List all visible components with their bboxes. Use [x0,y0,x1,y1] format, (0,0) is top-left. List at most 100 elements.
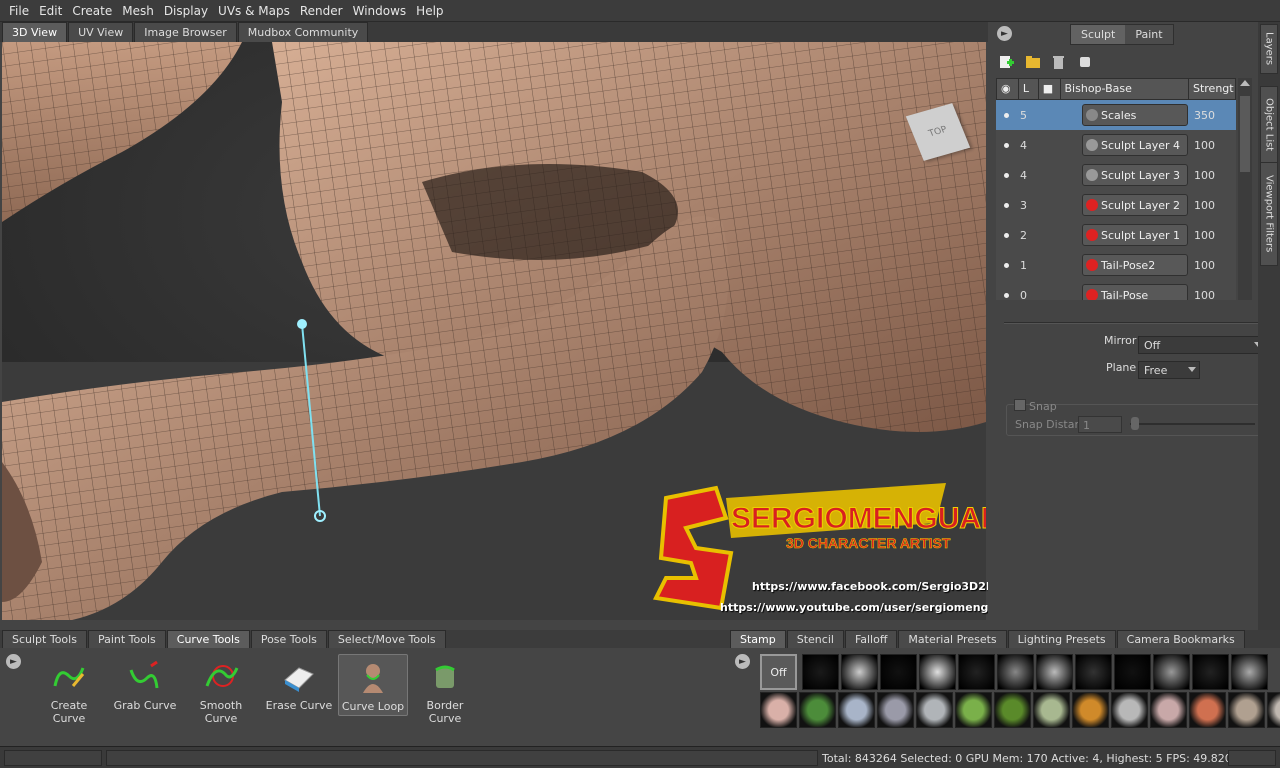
curve-loop-tool[interactable]: Curve Loop [338,654,408,716]
visibility-eye-icon[interactable]: ◉ [997,79,1019,99]
layer-strength[interactable]: 100 [1194,199,1215,212]
layer-strength[interactable]: 100 [1194,229,1215,242]
tab-falloff[interactable]: Falloff [844,630,898,648]
tab-layers[interactable]: Layers [1260,24,1278,74]
visibility-dot[interactable] [1004,202,1009,208]
tab-paint-tools[interactable]: Paint Tools [87,630,166,648]
tab-select-move-tools[interactable]: Select/Move Tools [327,630,446,648]
stamp-thumbnail[interactable] [955,692,992,728]
border-curve-tool[interactable]: Border Curve [410,654,480,725]
menu-item-create[interactable]: Create [67,4,117,18]
create-curve-tool[interactable]: Create Curve [34,654,104,725]
layer-row[interactable]: 5 Scales 350 [996,100,1236,130]
snap-distance-slider[interactable] [1130,423,1255,425]
stamp-thumbnail[interactable] [1189,692,1226,728]
tab-material-presets[interactable]: Material Presets [898,630,1007,648]
stamp-thumbnail[interactable] [1150,692,1187,728]
tab-camera-bookmarks[interactable]: Camera Bookmarks [1116,630,1245,648]
stamp-thumbnail[interactable] [1075,654,1112,690]
stamp-thumbnail[interactable] [1033,692,1070,728]
layer-name[interactable]: Scales [1082,104,1188,126]
visibility-dot[interactable] [1004,262,1009,268]
grab-curve-tool[interactable]: Grab Curve [110,654,180,716]
layer-strength[interactable]: 100 [1194,259,1215,272]
tab-viewport-filters[interactable]: Viewport Filters [1260,162,1278,266]
visibility-dot[interactable] [1004,232,1009,238]
layer-strength[interactable]: 100 [1194,139,1215,152]
menu-item-mesh[interactable]: Mesh [117,4,159,18]
stamp-thumbnail[interactable] [1114,654,1151,690]
layer-row[interactable]: 2 Sculpt Layer 1 100 [996,220,1236,250]
layer-scrollbar[interactable] [1238,78,1252,300]
stamp-thumbnail[interactable] [997,654,1034,690]
tab-sculpt-tools[interactable]: Sculpt Tools [2,630,87,648]
paint-mode-button[interactable]: Paint [1125,25,1173,44]
stamp-off[interactable]: Off [760,654,797,690]
stamp-thumbnail[interactable] [1036,654,1073,690]
layer-name[interactable]: Tail-Pose [1082,284,1188,300]
plane-dropdown[interactable]: Free [1138,361,1200,379]
stamp-thumbnail[interactable] [799,692,836,728]
collapse-arrow-icon[interactable]: ► [997,26,1012,41]
layer-row[interactable]: 1 Tail-Pose2 100 [996,250,1236,280]
stamp-thumbnail[interactable] [1153,654,1190,690]
tray-arrow-icon[interactable]: ► [6,654,21,669]
mirror-dropdown[interactable]: Off [1138,336,1266,354]
visibility-dot[interactable] [1004,142,1009,148]
menu-item-uvs-maps[interactable]: UVs & Maps [213,4,295,18]
scroll-up-icon[interactable] [1240,80,1250,86]
tab-lighting-presets[interactable]: Lighting Presets [1007,630,1116,648]
layer-row[interactable]: 0 Tail-Pose 100 [996,280,1236,300]
lock-icon[interactable]: ■ [1039,79,1061,99]
tab-3d-view[interactable]: 3D View [2,22,68,42]
visibility-dot[interactable] [1004,172,1009,178]
layer-name[interactable]: Sculpt Layer 2 [1082,194,1188,216]
layer-strength[interactable]: 100 [1194,169,1215,182]
layer-name[interactable]: Sculpt Layer 3 [1082,164,1188,186]
stamp-thumbnail[interactable] [1072,692,1109,728]
stamp-thumbnail[interactable] [958,654,995,690]
slider-handle[interactable] [1131,417,1139,430]
snap-checkbox[interactable] [1014,399,1026,411]
tab-curve-tools[interactable]: Curve Tools [166,630,250,648]
erase-curve-tool[interactable]: Erase Curve [264,654,334,716]
stamp-thumbnail[interactable] [877,692,914,728]
tab-image-browser[interactable]: Image Browser [134,22,237,42]
stamp-thumbnail[interactable] [760,692,797,728]
scroll-thumb[interactable] [1240,96,1250,172]
smooth-curve-tool[interactable]: Smooth Curve [186,654,256,725]
stamp-thumbnail[interactable] [1228,692,1265,728]
menu-item-windows[interactable]: Windows [348,4,412,18]
stamp-thumbnail[interactable] [919,654,956,690]
layer-row[interactable]: 4 Sculpt Layer 3 100 [996,160,1236,190]
stamp-thumbnail[interactable] [802,654,839,690]
stamp-thumbnail[interactable] [1192,654,1229,690]
layer-name[interactable]: Sculpt Layer 1 [1082,224,1188,246]
stamp-thumbnail[interactable] [841,654,878,690]
tray-arrow-icon[interactable]: ► [735,654,750,669]
stamp-thumbnail[interactable] [916,692,953,728]
menu-item-file[interactable]: File [4,4,34,18]
menu-item-display[interactable]: Display [159,4,213,18]
layer-name[interactable]: Sculpt Layer 4 [1082,134,1188,156]
stamp-thumbnail[interactable] [1267,692,1280,728]
tab-mudbox-community[interactable]: Mudbox Community [237,22,369,42]
stamp-thumbnail[interactable] [994,692,1031,728]
menu-item-edit[interactable]: Edit [34,4,67,18]
tab-object-list[interactable]: Object List [1260,86,1278,164]
layer-strength[interactable]: 100 [1194,289,1215,301]
stamp-thumbnail[interactable] [880,654,917,690]
tab-stencil[interactable]: Stencil [786,630,844,648]
menu-item-help[interactable]: Help [411,4,448,18]
snap-distance-field[interactable]: 1 [1078,416,1122,433]
layer-row[interactable]: 4 Sculpt Layer 4 100 [996,130,1236,160]
menu-item-render[interactable]: Render [295,4,348,18]
tab-uv-view[interactable]: UV View [68,22,134,42]
stamp-thumbnail[interactable] [1111,692,1148,728]
visibility-dot[interactable] [1004,112,1009,118]
tab-pose-tools[interactable]: Pose Tools [250,630,327,648]
tab-stamp[interactable]: Stamp [730,630,786,648]
stamp-thumbnail[interactable] [1231,654,1268,690]
layer-name[interactable]: Tail-Pose2 [1082,254,1188,276]
sculpt-mode-button[interactable]: Sculpt [1071,25,1126,44]
